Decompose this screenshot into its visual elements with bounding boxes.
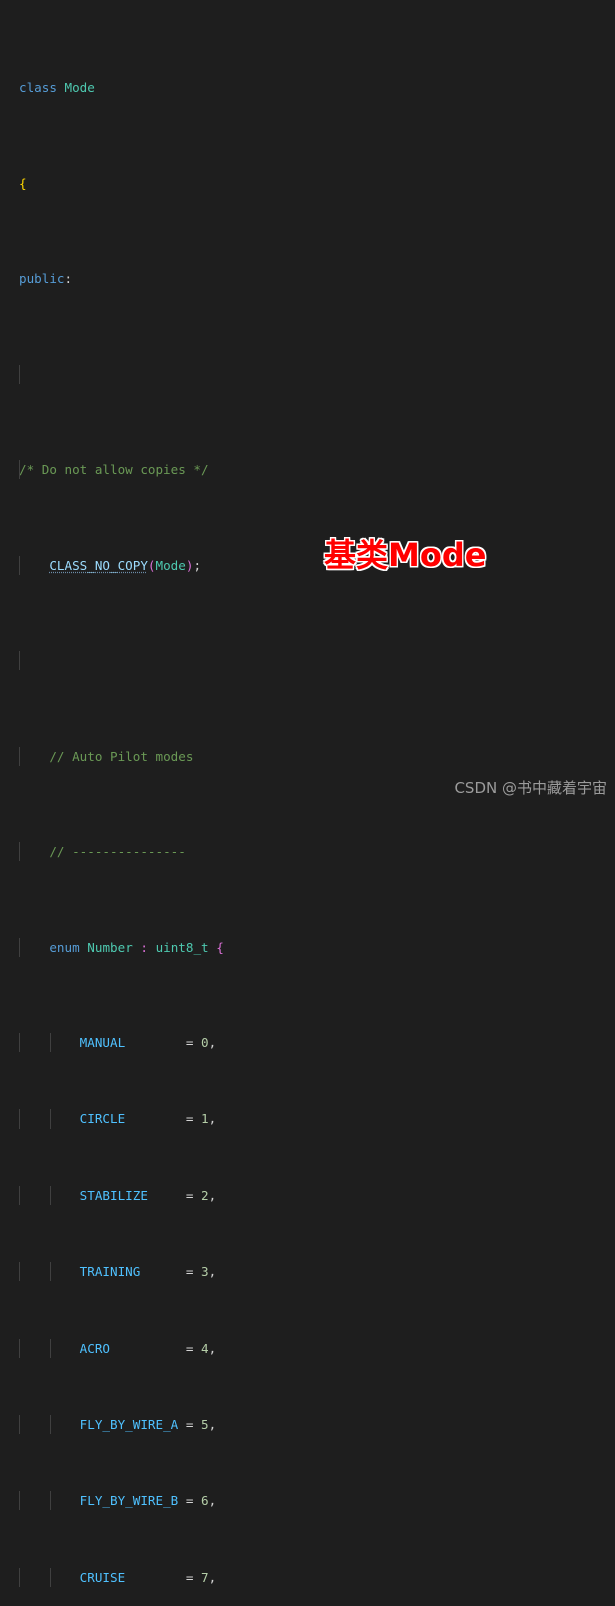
enum-value-acro: 4: [201, 1340, 209, 1356]
enum-value-cruise: 7: [201, 1569, 209, 1585]
comment-auto-pilot-modes: // Auto Pilot modes: [49, 748, 194, 764]
indent-guide: [19, 1262, 20, 1282]
pad: =: [125, 1035, 201, 1051]
enum-constant-fly-by-wire-a: FLY_BY_WIRE_A: [79, 1416, 179, 1432]
code-line[interactable]: TRAINING = 3,: [0, 1262, 615, 1282]
indent-guide: [19, 842, 20, 862]
macro-class-no-copy: CLASS_NO_COPY: [49, 557, 148, 573]
pad: =: [125, 1569, 201, 1585]
open-paren: (: [147, 557, 156, 573]
type-uint8-t: uint8_t: [155, 939, 209, 955]
code-line[interactable]: // Auto Pilot modes: [0, 746, 615, 766]
indent-guide: [19, 1338, 20, 1358]
indent-guide: [50, 1262, 51, 1282]
pad: =: [178, 1416, 201, 1432]
indent-guide: [19, 1033, 20, 1053]
enum-constant-stabilize: STABILIZE: [79, 1187, 148, 1203]
indent-guide: [19, 364, 20, 384]
code-line[interactable]: FLY_BY_WIRE_B = 6,: [0, 1491, 615, 1511]
keyword-public: public: [19, 271, 65, 287]
comma: ,: [208, 1493, 217, 1509]
comma: ,: [208, 1264, 217, 1280]
annotation-base-class-mode: 基类Mode: [323, 535, 487, 575]
pad: =: [178, 1493, 201, 1509]
enum-constant-circle: CIRCLE: [79, 1111, 126, 1127]
code-line[interactable]: enum Number : uint8_t {: [0, 937, 615, 957]
indent-guide: [19, 555, 20, 575]
code-line-blank[interactable]: [0, 364, 615, 384]
comma: ,: [208, 1111, 217, 1127]
indent-guide: [19, 1491, 20, 1511]
type-name-mode: Mode: [155, 557, 186, 573]
enum-constant-cruise: CRUISE: [79, 1569, 126, 1585]
enum-value-manual: 0: [201, 1035, 209, 1051]
indent-guide: [50, 1567, 51, 1587]
comment-do-not-allow-copies: /* Do not allow copies */: [19, 462, 209, 478]
keyword-class: class: [19, 80, 57, 96]
open-brace: {: [19, 175, 27, 191]
csdn-watermark: CSDN @书中藏着宇宙: [454, 779, 607, 797]
type-name-mode: Mode: [64, 80, 95, 96]
code-line-blank[interactable]: [0, 651, 615, 671]
indent-guide: [50, 1338, 51, 1358]
indent-guide: [19, 1567, 20, 1587]
semicolon: ;: [193, 557, 202, 573]
indent-guide: [19, 1185, 20, 1205]
code-line[interactable]: public:: [0, 269, 615, 288]
enum-value-fly-by-wire-a: 5: [201, 1416, 209, 1432]
indent-guide: [19, 746, 20, 766]
code-line[interactable]: class Mode: [0, 78, 615, 97]
pad: =: [110, 1340, 202, 1356]
indent-guide: [50, 1033, 51, 1053]
comma: ,: [208, 1340, 217, 1356]
code-line[interactable]: CLASS_NO_COPY(Mode);: [0, 555, 615, 575]
comma: ,: [208, 1187, 217, 1203]
colon: :: [140, 939, 148, 955]
pad: =: [147, 1187, 201, 1203]
code-line[interactable]: CIRCLE = 1,: [0, 1109, 615, 1129]
comma: ,: [208, 1035, 217, 1051]
code-line[interactable]: CRUISE = 7,: [0, 1567, 615, 1587]
enum-value-fly-by-wire-b: 6: [201, 1493, 209, 1509]
enum-constant-training: TRAINING: [79, 1264, 141, 1280]
code-line[interactable]: FLY_BY_WIRE_A = 5,: [0, 1414, 615, 1435]
comma: ,: [208, 1416, 217, 1432]
code-line[interactable]: // ---------------: [0, 842, 615, 862]
code-line[interactable]: MANUAL = 0,: [0, 1033, 615, 1053]
code-line[interactable]: /* Do not allow copies */: [0, 460, 615, 480]
indent-guide: [50, 1414, 51, 1435]
indent-guide: [50, 1185, 51, 1205]
indent-guide: [19, 937, 20, 957]
comma: ,: [208, 1569, 217, 1585]
indent-guide: [19, 1109, 20, 1129]
code-editor[interactable]: class Mode { public: /* Do not allow cop…: [0, 0, 615, 1587]
indent-guide: [19, 651, 20, 671]
enum-constant-acro: ACRO: [79, 1340, 111, 1356]
enum-value-stabilize: 2: [201, 1187, 209, 1203]
enum-value-circle: 1: [201, 1111, 209, 1127]
pad: =: [140, 1264, 202, 1280]
pad: =: [125, 1111, 201, 1127]
code-line[interactable]: ACRO = 4,: [0, 1338, 615, 1358]
enum-constant-fly-by-wire-b: FLY_BY_WIRE_B: [79, 1493, 179, 1509]
code-line[interactable]: {: [0, 174, 615, 193]
indent-guide: [50, 1109, 51, 1129]
comment-divider: // ---------------: [49, 844, 186, 860]
code-area[interactable]: class Mode { public: /* Do not allow cop…: [0, 0, 615, 1606]
open-brace: {: [216, 939, 224, 955]
indent-guide: [19, 460, 20, 480]
indent-guide: [19, 1414, 20, 1435]
enum-value-training: 3: [201, 1264, 209, 1280]
code-line[interactable]: STABILIZE = 2,: [0, 1185, 615, 1205]
colon: :: [64, 271, 73, 287]
type-name-number: Number: [87, 939, 133, 955]
enum-constant-manual: MANUAL: [79, 1035, 126, 1051]
indent-guide: [50, 1491, 51, 1511]
keyword-enum: enum: [49, 939, 80, 955]
